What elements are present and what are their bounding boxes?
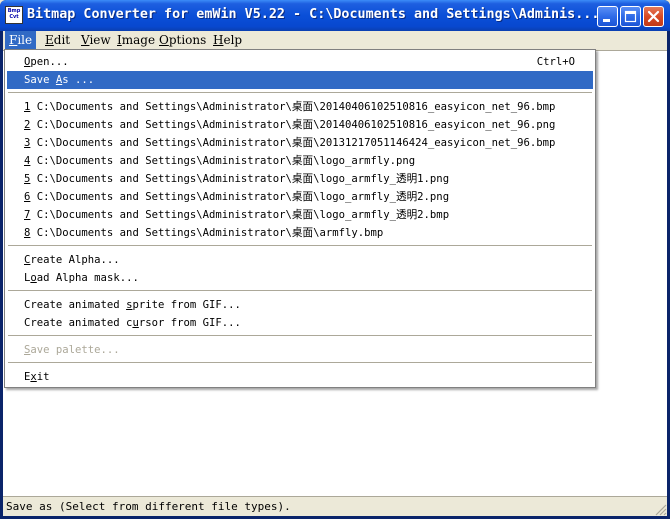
menu-item-create-sprite[interactable]: Create animated sprite from GIF...: [7, 296, 593, 314]
close-icon: [647, 10, 660, 23]
status-text: Save as (Select from different file type…: [6, 500, 291, 513]
recent-file-item[interactable]: 7 C:\Documents and Settings\Administrato…: [7, 206, 593, 224]
recent-file-item[interactable]: 4 C:\Documents and Settings\Administrato…: [7, 152, 593, 170]
recent-file-item[interactable]: 3 C:\Documents and Settings\Administrato…: [7, 134, 593, 152]
app-window: Bmp Cvt Bitmap Converter for emWin V5.22…: [0, 0, 670, 519]
menu-file[interactable]: File: [5, 31, 37, 50]
menu-help[interactable]: Help: [209, 31, 246, 50]
recent-file-item[interactable]: 8 C:\Documents and Settings\Administrato…: [7, 224, 593, 242]
close-button[interactable]: [643, 6, 664, 27]
resize-grip-icon[interactable]: [653, 502, 667, 516]
menu-separator: [8, 362, 592, 364]
menu-item-save-as[interactable]: Save As ...: [7, 71, 593, 89]
menu-separator: [8, 335, 592, 337]
menu-options[interactable]: Options: [155, 31, 210, 50]
window-title: Bitmap Converter for emWin V5.22 - C:\Do…: [27, 7, 597, 22]
menu-item-exit[interactable]: Exit: [7, 368, 593, 386]
menu-item-load-alpha-mask[interactable]: Load Alpha mask...: [7, 269, 593, 287]
open-shortcut: Ctrl+O: [536, 56, 575, 68]
status-bar: Save as (Select from different file type…: [3, 496, 667, 516]
menu-separator: [8, 245, 592, 247]
app-icon[interactable]: Bmp Cvt: [5, 6, 23, 24]
maximize-button[interactable]: [620, 6, 641, 27]
recent-file-item[interactable]: 1 C:\Documents and Settings\Administrato…: [7, 98, 593, 116]
minimize-icon: [603, 19, 610, 22]
menu-image[interactable]: Image: [113, 31, 159, 50]
menu-item-create-cursor[interactable]: Create animated cursor from GIF...: [7, 314, 593, 332]
menu-edit[interactable]: Edit: [41, 31, 74, 50]
menu-separator: [8, 92, 592, 94]
menu-item-create-alpha[interactable]: Create Alpha...: [7, 251, 593, 269]
menu-item-save-palette: Save palette...: [24, 344, 120, 356]
recent-file-item[interactable]: 6 C:\Documents and Settings\Administrato…: [7, 188, 593, 206]
minimize-button[interactable]: [597, 6, 618, 27]
file-menu-dropdown: Open... Ctrl+O Save As ... 1 C:\Document…: [4, 49, 596, 388]
recent-file-item[interactable]: 5 C:\Documents and Settings\Administrato…: [7, 170, 593, 188]
menu-separator: [8, 290, 592, 292]
menu-bar: File Edit View Image Options Help: [3, 31, 667, 50]
recent-file-item[interactable]: 2 C:\Documents and Settings\Administrato…: [7, 116, 593, 134]
title-bar[interactable]: Bmp Cvt Bitmap Converter for emWin V5.22…: [0, 0, 670, 31]
menu-view[interactable]: View: [77, 31, 115, 50]
menu-item-open[interactable]: Open... Ctrl+O: [7, 53, 593, 71]
maximize-icon: [624, 10, 637, 23]
